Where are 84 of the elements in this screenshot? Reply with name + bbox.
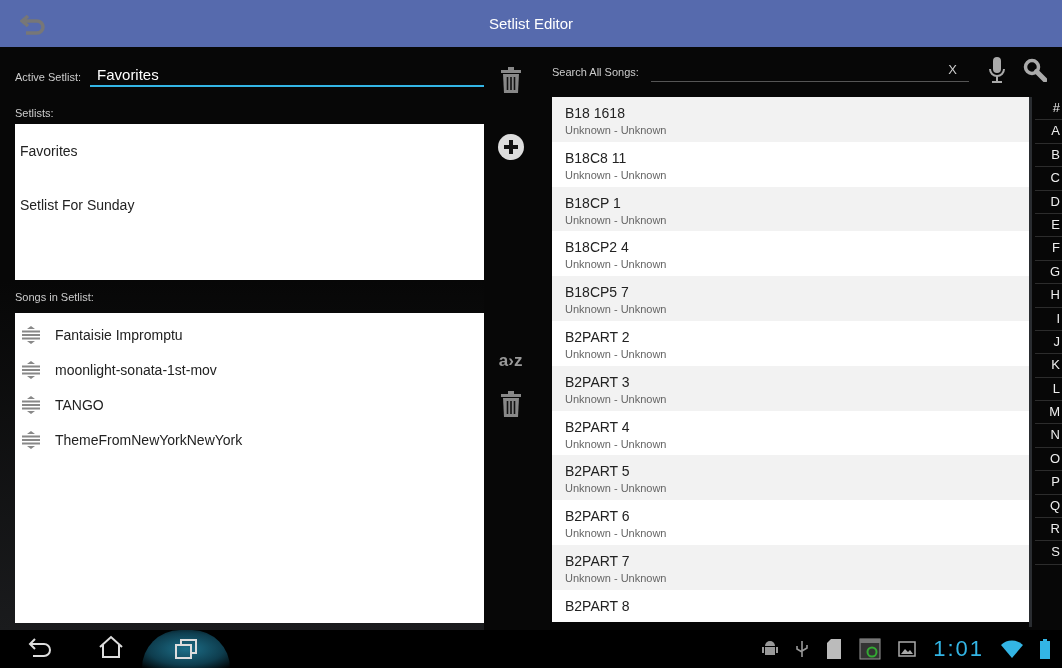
song-title[interactable]: Fantaisie Impromptu	[55, 326, 183, 343]
song-title: B18CP 1	[565, 194, 622, 211]
clock: 1:01	[933, 636, 984, 662]
sd-card-icon	[826, 639, 843, 659]
index-letter[interactable]: B	[1035, 143, 1062, 168]
search-label: Search All Songs:	[552, 66, 639, 78]
index-letter[interactable]: N	[1035, 424, 1062, 448]
active-setlist-label: Active Setlist:	[15, 71, 82, 83]
song-title: B18 1618	[565, 105, 626, 121]
drag-handle-icon[interactable]	[21, 394, 41, 415]
song-title: B18C8 11	[565, 149, 628, 166]
song-title: B2PART 7	[565, 552, 631, 569]
song-artist: Unknown - Unknown	[565, 436, 668, 451]
index-letter[interactable]: Q	[1035, 494, 1062, 519]
setlist-item[interactable]: Setlist For Sunday	[15, 178, 485, 232]
index-letter[interactable]: S	[1035, 541, 1062, 565]
usb-icon	[795, 640, 810, 658]
song-artist: Unknown - Unknown	[565, 347, 668, 361]
songs-in-setlist-label: Songs in Setlist:	[15, 290, 94, 303]
song-title[interactable]: moonlight-sonata-1st-mov	[55, 361, 217, 378]
index-letter[interactable]: F	[1035, 237, 1062, 261]
index-letter[interactable]: K	[1035, 354, 1062, 378]
song-row[interactable]: B18 1618 Unknown - Unknown	[552, 97, 1029, 142]
back-icon[interactable]	[28, 636, 54, 658]
song-artist: Unknown - Unknown	[565, 481, 668, 496]
index-letter[interactable]: C	[1035, 167, 1062, 191]
song-artist: Unknown - Unknown	[565, 391, 668, 406]
home-icon[interactable]	[98, 635, 124, 659]
song-title[interactable]: ThemeFromNewYorkNewYork	[55, 431, 243, 448]
index-letter[interactable]: R	[1035, 518, 1062, 542]
song-artist: Unknown - Unknown	[565, 123, 668, 137]
sort-button[interactable]: a›z	[498, 351, 523, 371]
trash-icon[interactable]	[499, 391, 522, 417]
index-letter[interactable]: A	[1035, 120, 1062, 144]
wifi-icon	[1001, 640, 1023, 658]
song-artist: Unknown - Unknown	[565, 257, 668, 272]
active-setlist-field[interactable]: Favorites	[90, 63, 485, 87]
song-artist: Unknown - Unknown	[565, 570, 668, 585]
song-title: B2PART 8	[565, 597, 631, 614]
index-letter[interactable]: E	[1035, 213, 1062, 238]
song-title: B2PART 3	[565, 373, 631, 390]
setlist-item[interactable]: Favorites	[15, 124, 485, 178]
trash-icon[interactable]	[499, 67, 522, 93]
index-letter[interactable]: J	[1035, 330, 1062, 355]
index-letter[interactable]: P	[1035, 471, 1062, 495]
song-title: B2PART 5	[565, 463, 631, 480]
recent-apps-icon[interactable]	[174, 638, 198, 660]
song-artist: Unknown - Unknown	[565, 526, 668, 541]
song-row[interactable]: B2PART 7 Unknown - Unknown	[552, 544, 1029, 590]
song-row[interactable]: B18CP5 7 Unknown - Unknown	[552, 276, 1029, 321]
song-row[interactable]: B18CP 1 Unknown - Unknown	[552, 186, 1029, 232]
battery-icon	[1040, 639, 1050, 659]
index-letter[interactable]: O	[1035, 447, 1062, 472]
add-icon[interactable]	[496, 133, 525, 161]
window-title: Setlist Editor	[488, 15, 574, 32]
drag-handle-icon[interactable]	[21, 324, 41, 345]
clear-button[interactable]: X	[948, 62, 957, 77]
song-title: B2PART 2	[565, 329, 631, 345]
song-title: B2PART 6	[565, 508, 631, 525]
microphone-icon[interactable]	[988, 57, 1005, 83]
image-icon	[898, 641, 917, 657]
search-icon[interactable]	[1022, 58, 1047, 82]
index-letter[interactable]: I	[1035, 307, 1062, 331]
search-field[interactable]: X	[650, 58, 969, 82]
song-title: B18CP2 4	[565, 239, 630, 256]
song-title: B2PART 4	[565, 418, 631, 435]
drag-handle-icon[interactable]	[21, 429, 41, 450]
index-letter[interactable]: #	[1035, 97, 1062, 121]
index-letter[interactable]: H	[1035, 284, 1062, 308]
song-artist: Unknown - Unknown	[565, 167, 668, 182]
index-letter[interactable]: M	[1035, 401, 1062, 425]
index-letter[interactable]: L	[1035, 377, 1062, 402]
song-title: B18CP5 7	[565, 284, 630, 301]
index-letter[interactable]: G	[1035, 260, 1062, 285]
drag-handle-icon[interactable]	[21, 359, 41, 380]
screenshot-icon	[859, 638, 882, 660]
song-artist: Unknown - Unknown	[565, 212, 668, 227]
setlists-label: Setlists:	[15, 107, 54, 119]
song-row[interactable]: B2PART 5 Unknown - Unknown	[552, 455, 1029, 501]
index-letter[interactable]: D	[1035, 190, 1062, 214]
song-row[interactable]: B2PART 3 Unknown - Unknown	[552, 365, 1029, 411]
song-title[interactable]: TANGO	[55, 396, 104, 413]
android-debug-icon	[762, 640, 779, 658]
song-artist: Unknown - Unknown	[565, 302, 668, 317]
